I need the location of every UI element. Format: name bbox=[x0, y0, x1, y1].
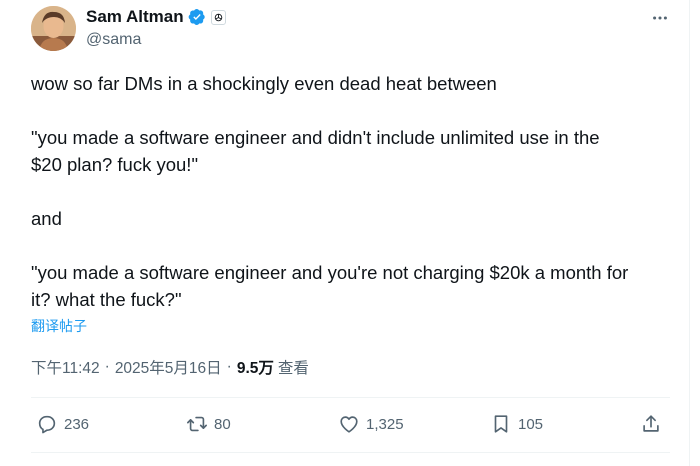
bookmark-button[interactable]: 105 bbox=[490, 410, 543, 438]
bookmark-icon bbox=[494, 415, 508, 433]
display-name[interactable]: Sam Altman bbox=[86, 7, 184, 27]
column-border bbox=[689, 0, 690, 466]
meta-separator: · bbox=[104, 358, 110, 375]
author-names: Sam Altman @sama bbox=[86, 6, 226, 49]
handle[interactable]: @sama bbox=[86, 31, 226, 49]
action-bar: 236 80 1,325 105 bbox=[31, 410, 670, 438]
reply-count: 236 bbox=[64, 415, 90, 433]
more-options-icon[interactable] bbox=[650, 8, 670, 28]
tweet-text: wow so far DMs in a shockingly even dead… bbox=[31, 70, 671, 313]
repost-button[interactable]: 80 bbox=[186, 410, 231, 438]
like-button[interactable]: 1,325 bbox=[338, 410, 404, 438]
views-label: 查看 bbox=[277, 360, 309, 377]
divider bbox=[31, 452, 670, 453]
repost-count: 80 bbox=[214, 415, 231, 433]
tweet-meta: 下午11:42 · 2025年5月16日 · 9.5万 查看 bbox=[31, 356, 309, 378]
tweet-line-1: wow so far DMs in a shockingly even dead… bbox=[31, 73, 497, 94]
bookmark-count: 105 bbox=[518, 415, 544, 433]
post-date[interactable]: 2025年5月16日 bbox=[115, 356, 222, 378]
divider bbox=[31, 397, 670, 398]
heart-icon bbox=[340, 416, 358, 433]
translate-post-link[interactable]: 翻译帖子 bbox=[31, 316, 87, 336]
like-count: 1,325 bbox=[366, 415, 404, 433]
repost-icon bbox=[187, 416, 207, 432]
openai-logo-icon[interactable] bbox=[210, 9, 226, 25]
reply-button[interactable]: 236 bbox=[36, 410, 89, 438]
verified-badge-icon[interactable] bbox=[188, 8, 206, 26]
views-count[interactable]: 9.5万 bbox=[237, 356, 274, 378]
tweet-line-3: and bbox=[31, 208, 62, 229]
avatar[interactable] bbox=[31, 6, 76, 51]
share-icon bbox=[643, 415, 659, 432]
meta-separator: · bbox=[226, 358, 232, 375]
avatar-image bbox=[31, 6, 76, 51]
tweet-line-2: "you made a software engineer and didn't… bbox=[31, 127, 600, 175]
post-time[interactable]: 下午11:42 bbox=[31, 356, 100, 378]
tweet-header: Sam Altman @sama bbox=[31, 6, 670, 52]
tweet-line-4: "you made a software engineer and you're… bbox=[31, 262, 629, 310]
reply-icon bbox=[38, 415, 56, 434]
share-button[interactable] bbox=[640, 410, 662, 438]
